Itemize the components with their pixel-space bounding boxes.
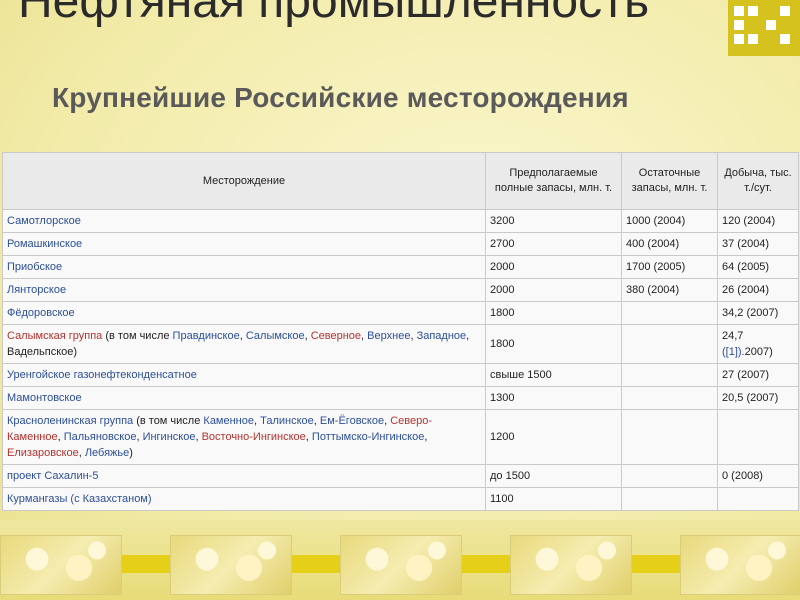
text-fragment: (в том числе bbox=[133, 415, 204, 427]
residual-cell: 380 (2004) bbox=[621, 278, 718, 302]
table-row: Ромашкинское 2700 400 (2004) 37 (2004) bbox=[2, 232, 799, 256]
field-link[interactable]: Верхнее bbox=[367, 330, 410, 342]
total-cell: 1800 bbox=[485, 301, 622, 325]
text-fragment: ) bbox=[73, 346, 78, 358]
header-total-reserves[interactable]: Предполагаемые полные запасы, млн. т. bbox=[485, 152, 622, 210]
header-residual-reserves[interactable]: Остаточные запасы, млн. т. bbox=[621, 152, 718, 210]
map-tile-image bbox=[680, 535, 800, 595]
logo bbox=[728, 0, 800, 56]
header-field[interactable]: Месторождение bbox=[2, 152, 486, 210]
total-cell: 1100 bbox=[485, 487, 622, 511]
table-row: Фёдоровское 1800 34,2 (2007) bbox=[2, 301, 799, 325]
table-row: Красноленинская группа (в том числе Каме… bbox=[2, 409, 799, 465]
residual-cell bbox=[621, 301, 718, 325]
table-row: Курмангазы (с Казахстаном) 1100 bbox=[2, 487, 799, 511]
table-row: Лянторское 2000 380 (2004) 26 (2004) bbox=[2, 278, 799, 302]
table-row: Самотлорское 3200 1000 (2004) 120 (2004) bbox=[2, 209, 799, 233]
text-fragment: (в том числе bbox=[102, 330, 173, 342]
slide-subtitle: Крупнейшие Российские месторождения bbox=[52, 82, 629, 113]
field-link[interactable]: Ем-Ёговское bbox=[320, 415, 384, 427]
field-link[interactable]: Каменное bbox=[203, 415, 254, 427]
map-tile-image bbox=[0, 535, 122, 595]
residual-cell bbox=[621, 409, 718, 465]
residual-cell bbox=[621, 464, 718, 488]
field-link[interactable]: Ингинское bbox=[143, 431, 196, 443]
output-value: 24,7 bbox=[722, 330, 744, 342]
output-cell bbox=[717, 487, 799, 511]
field-link[interactable]: Лянторское bbox=[7, 284, 66, 296]
table-row: проект Сахалин-5 до 1500 0 (2008) bbox=[2, 464, 799, 488]
field-link[interactable]: Салымская группа bbox=[7, 330, 102, 342]
total-cell: 1300 bbox=[485, 386, 622, 410]
output-cell: 20,5 (2007) bbox=[717, 386, 799, 410]
field-link[interactable]: Пальяновское bbox=[64, 431, 137, 443]
field-link[interactable]: Салымское bbox=[246, 330, 305, 342]
residual-cell bbox=[621, 324, 718, 364]
output-cell: 0 (2008) bbox=[717, 464, 799, 488]
residual-cell: 400 (2004) bbox=[621, 232, 718, 256]
table-row: Уренгойское газонефтеконденсатное свыше … bbox=[2, 363, 799, 387]
total-cell: 2000 bbox=[485, 278, 622, 302]
reference-link[interactable]: ([1]). bbox=[722, 346, 745, 358]
total-cell: 3200 bbox=[485, 209, 622, 233]
field-link[interactable]: Поттымско-Ингинское bbox=[312, 431, 424, 443]
residual-cell: 1700 (2005) bbox=[621, 255, 718, 279]
output-cell: 34,2 (2007) bbox=[717, 301, 799, 325]
total-cell: 2700 bbox=[485, 232, 622, 256]
table-row: Приобское 2000 1700 (2005) 64 (2005) bbox=[2, 255, 799, 279]
map-tile-image bbox=[510, 535, 632, 595]
field-link[interactable]: Ромашкинское bbox=[7, 238, 82, 250]
output-cell: 120 (2004) bbox=[717, 209, 799, 233]
residual-cell: 1000 (2004) bbox=[621, 209, 718, 233]
residual-cell bbox=[621, 487, 718, 511]
text-fragment: ) bbox=[129, 447, 133, 459]
residual-cell bbox=[621, 386, 718, 410]
field-link[interactable]: Северное bbox=[311, 330, 361, 342]
table-row: Салымская группа (в том числе Правдинско… bbox=[2, 324, 799, 364]
field-link[interactable]: Лебяжье bbox=[85, 447, 129, 459]
total-cell: 2000 bbox=[485, 255, 622, 279]
field-link[interactable]: Елизаровское bbox=[7, 447, 79, 459]
text-fragment: , bbox=[424, 431, 428, 443]
slide-title: Нефтяная промышленность bbox=[18, 0, 650, 28]
header-output[interactable]: Добыча, тыс. т./сут. bbox=[717, 152, 799, 210]
field-link[interactable]: Талинское bbox=[260, 415, 314, 427]
total-cell: 1200 bbox=[485, 409, 622, 465]
field-link[interactable]: проект Сахалин-5 bbox=[7, 470, 98, 482]
total-cell: до 1500 bbox=[485, 464, 622, 488]
output-cell: 26 (2004) bbox=[717, 278, 799, 302]
field-link[interactable]: Западное bbox=[417, 330, 467, 342]
table-header-row: Месторождение Предполагаемые полные запа… bbox=[2, 152, 799, 210]
field-link[interactable]: Фёдоровское bbox=[7, 307, 75, 319]
oil-fields-table: Месторождение Предполагаемые полные запа… bbox=[2, 152, 799, 511]
field-link[interactable]: Курмангазы (с Казахстаном) bbox=[7, 493, 152, 505]
output-cell: 37 (2004) bbox=[717, 232, 799, 256]
field-link[interactable]: Самотлорское bbox=[7, 215, 81, 227]
field-link[interactable]: Приобское bbox=[7, 261, 62, 273]
map-tile-image bbox=[340, 535, 462, 595]
output-year: 2007) bbox=[744, 346, 773, 358]
output-cell: 24,7 ([1]).2007) bbox=[717, 324, 799, 364]
output-cell: 64 (2005) bbox=[717, 255, 799, 279]
output-cell bbox=[717, 409, 799, 465]
field-link[interactable]: Красноленинская группа bbox=[7, 415, 133, 427]
text-fragment: Вадельпское bbox=[7, 346, 74, 358]
field-link[interactable]: Уренгойское газонефтеконденсатное bbox=[7, 369, 197, 381]
field-link[interactable]: Правдинское bbox=[173, 330, 240, 342]
field-link[interactable]: Восточно-Ингинское bbox=[202, 431, 306, 443]
field-link[interactable]: Мамонтовское bbox=[7, 392, 82, 404]
total-cell: свыше 1500 bbox=[485, 363, 622, 387]
text-fragment: , bbox=[466, 330, 470, 342]
table-row: Мамонтовское 1300 20,5 (2007) bbox=[2, 386, 799, 410]
total-cell: 1800 bbox=[485, 324, 622, 364]
output-cell: 27 (2007) bbox=[717, 363, 799, 387]
residual-cell bbox=[621, 363, 718, 387]
map-tile-image bbox=[170, 535, 292, 595]
